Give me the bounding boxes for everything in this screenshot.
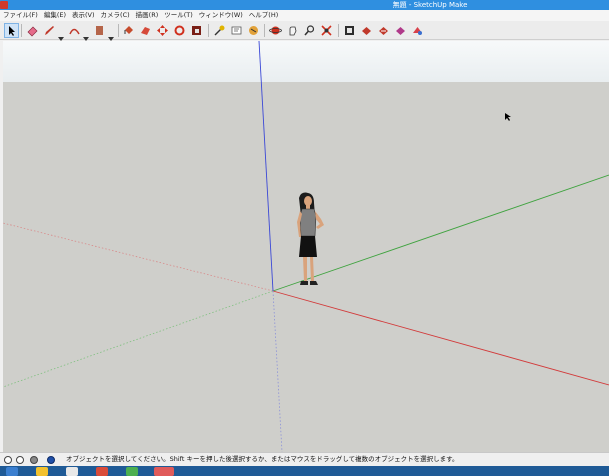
chevron-down-icon[interactable]: [83, 27, 89, 41]
status-bar: オブジェクトを選択してください。Shift キーを押した後選択するか、またはマウ…: [0, 452, 609, 466]
menu-view[interactable]: 表示(V): [69, 10, 98, 21]
toolbar-separator: [208, 24, 209, 37]
mouse-pointer-icon: [505, 113, 511, 121]
eraser-icon[interactable]: [26, 24, 39, 37]
sketchup-app-icon[interactable]: [0, 1, 8, 9]
zoom-icon[interactable]: [303, 24, 316, 37]
menu-file[interactable]: ファイル(F): [0, 10, 41, 21]
help-icon[interactable]: [47, 456, 55, 464]
menu-draw[interactable]: 描画(R): [133, 10, 162, 21]
text-icon[interactable]: [230, 24, 243, 37]
dimension-icon[interactable]: [247, 24, 260, 37]
menu-camera[interactable]: カメラ(C): [98, 10, 133, 21]
user-icon[interactable]: [30, 456, 38, 464]
window-title: 無題 - SketchUp Make: [392, 1, 468, 9]
info-icon[interactable]: [16, 456, 24, 464]
extension-icon[interactable]: [360, 24, 373, 37]
warehouse-icon[interactable]: [343, 24, 356, 37]
menu-window[interactable]: ウィンドウ(W): [196, 10, 246, 21]
shape-icon[interactable]: [93, 24, 106, 37]
scale-figure-woman[interactable]: [291, 192, 327, 294]
menu-help[interactable]: ヘルプ(H): [246, 10, 281, 21]
menu-bar: ファイル(F) 編集(E) 表示(V) カメラ(C) 描画(R) ツール(T) ウィンドウ(…: [0, 10, 609, 21]
orbit-icon[interactable]: [269, 24, 282, 37]
model-viewport[interactable]: [3, 41, 609, 452]
select-icon[interactable]: [4, 23, 19, 38]
taskbar-explorer-icon[interactable]: [36, 467, 48, 476]
windows-taskbar: [0, 466, 609, 476]
y-axis-negative: [3, 290, 274, 388]
geo-location-icon[interactable]: [4, 456, 12, 464]
pencil-icon[interactable]: [43, 24, 56, 37]
layout-icon[interactable]: [394, 24, 407, 37]
chevron-down-icon[interactable]: [108, 27, 114, 41]
toolbar-separator: [338, 24, 339, 37]
scale-icon[interactable]: [190, 24, 203, 37]
x-axis-negative: [3, 222, 274, 292]
zoom-extents-icon[interactable]: [320, 24, 333, 37]
style-icon[interactable]: [411, 24, 424, 37]
start-button[interactable]: [6, 467, 18, 476]
z-axis-positive: [258, 41, 274, 292]
ruby-icon[interactable]: [377, 24, 390, 37]
menu-edit[interactable]: 編集(E): [41, 10, 69, 21]
pan-icon[interactable]: [286, 24, 299, 37]
taskbar-app-icon[interactable]: [66, 467, 78, 476]
z-axis-negative: [272, 290, 283, 452]
toolbar-separator: [118, 24, 119, 37]
title-bar: 無題 - SketchUp Make: [0, 0, 609, 10]
status-message: オブジェクトを選択してください。Shift キーを押した後選択するか、またはマウ…: [66, 455, 459, 463]
toolbar-separator: [264, 24, 265, 37]
push-pull-icon[interactable]: [139, 24, 152, 37]
rotate-icon[interactable]: [173, 24, 186, 37]
taskbar-app-icon[interactable]: [96, 467, 108, 476]
taskbar-app-icon[interactable]: [126, 467, 138, 476]
chevron-down-icon[interactable]: [58, 27, 64, 41]
toolbar: [0, 21, 609, 41]
move-icon[interactable]: [156, 24, 169, 37]
tape-measure-icon[interactable]: [213, 24, 226, 37]
menu-tools[interactable]: ツール(T): [161, 10, 196, 21]
x-axis-positive: [272, 290, 609, 386]
toolbar-separator: [21, 24, 22, 37]
paint-bucket-icon[interactable]: [122, 24, 135, 37]
taskbar-sketchup-icon[interactable]: [154, 467, 174, 476]
arc-icon[interactable]: [68, 24, 81, 37]
